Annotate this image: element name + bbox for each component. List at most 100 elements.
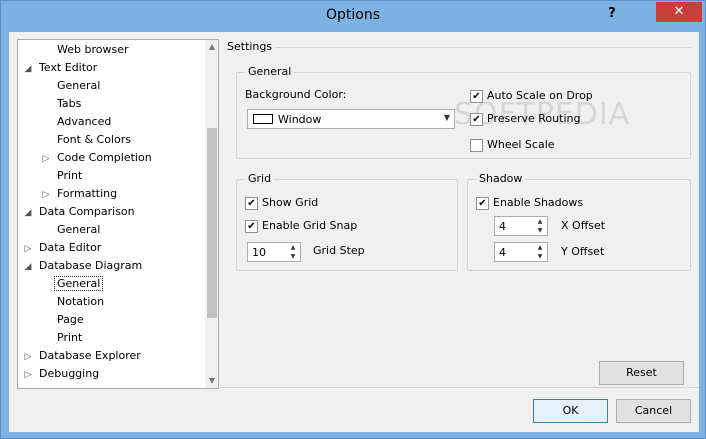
x-offset-stepper[interactable]: 4 ▲ ▼ — [494, 216, 548, 236]
tree-scrollbar[interactable]: ▲ ▼ — [205, 40, 218, 388]
collapsed-arrow-icon[interactable]: ▷ — [38, 186, 54, 204]
scroll-thumb[interactable] — [207, 128, 217, 318]
tree-item-label: Font & Colors — [57, 133, 131, 146]
tree-item[interactable]: Page — [38, 311, 87, 329]
tree-item-label: Data Comparison — [39, 205, 135, 218]
collapsed-arrow-icon[interactable]: ▷ — [20, 240, 36, 258]
tree-item-label: Print — [57, 169, 83, 182]
bg-color-value: Window — [278, 113, 322, 126]
tree-item-label: Web browser — [57, 43, 129, 56]
tree-item-label: Database Diagram — [39, 259, 143, 272]
spin-down-icon[interactable]: ▼ — [535, 226, 545, 235]
shadow-group: Shadow ✔ Enable Shadows 4 ▲ ▼ X Offset 4 … — [467, 172, 691, 271]
tree-item-label: General — [54, 276, 104, 291]
grid-group-title: Grid — [245, 172, 275, 185]
tree-item[interactable]: Font & Colors — [38, 131, 134, 149]
tree-item-label: General — [57, 223, 101, 236]
bg-color-dropdown[interactable]: Window ▼ — [247, 109, 455, 129]
collapsed-arrow-icon[interactable]: ▷ — [20, 366, 36, 384]
tree-item[interactable]: ◢ Database Diagram — [20, 257, 145, 275]
spin-up-icon[interactable]: ▲ — [535, 243, 545, 252]
grid-step-value: 10 — [252, 246, 266, 259]
spin-down-icon[interactable]: ▼ — [535, 252, 545, 261]
cancel-button[interactable]: Cancel — [616, 399, 691, 423]
close-button[interactable]: ✕ — [656, 2, 702, 22]
tree-item[interactable]: Notation — [38, 293, 107, 311]
tree-item[interactable]: General — [38, 77, 103, 95]
check-icon: ✔ — [245, 196, 258, 210]
shadow-group-title: Shadow — [476, 172, 526, 185]
reset-button[interactable]: Reset — [599, 361, 684, 385]
preserve-routing-checkbox[interactable]: ✔ Preserve Routing — [470, 112, 580, 128]
tree-item-label: Formatting — [57, 187, 118, 200]
grid-step-stepper[interactable]: 10 ▲ ▼ — [247, 242, 301, 262]
tree-item-label: Code Completion — [57, 151, 152, 164]
settings-divider — [275, 47, 691, 48]
tree-item[interactable]: ▷ Database Explorer — [20, 347, 144, 365]
expanded-arrow-icon[interactable]: ◢ — [20, 258, 36, 276]
collapsed-arrow-icon[interactable]: ▷ — [20, 348, 36, 366]
tree-item[interactable]: ▷ Debugging — [20, 365, 102, 383]
show-grid-checkbox[interactable]: ✔ Show Grid — [245, 196, 318, 212]
general-group-title: General — [245, 65, 295, 78]
y-offset-label: Y Offset — [561, 245, 605, 258]
expanded-arrow-icon[interactable]: ◢ — [20, 60, 36, 78]
tree-item[interactable]: Advanced — [38, 113, 114, 131]
dialog-body: Web browser ◢ Text Editor General Tabs Advanc… — [9, 32, 699, 432]
tree-item-label: Text Editor — [39, 61, 98, 74]
footer-divider — [219, 387, 699, 388]
scroll-down-icon[interactable]: ▼ — [205, 374, 218, 388]
x-offset-value: 4 — [499, 220, 506, 233]
check-icon: ✔ — [470, 112, 483, 126]
tree-item-label: Notation — [57, 295, 105, 308]
grid-group: Grid ✔ Show Grid ✔ Enable Grid Snap 10 ▲ ▼… — [236, 172, 458, 271]
y-offset-value: 4 — [499, 246, 506, 259]
spin-up-icon[interactable]: ▲ — [535, 217, 545, 226]
spin-down-icon[interactable]: ▼ — [288, 252, 298, 261]
expanded-arrow-icon[interactable]: ◢ — [20, 204, 36, 222]
tree-item-label: Database Explorer — [39, 349, 141, 362]
tree-item[interactable]: ▷ Data Editor — [20, 239, 104, 257]
tree-item-label: General — [57, 79, 101, 92]
x-offset-label: X Offset — [561, 219, 606, 232]
tree-item-label: Advanced — [57, 115, 112, 128]
tree-item-label: Page — [57, 313, 84, 326]
window-title: Options — [325, 7, 381, 23]
spin-up-icon[interactable]: ▲ — [288, 243, 298, 252]
tree-item[interactable]: General — [38, 275, 104, 293]
tree-item[interactable]: ▷ Code Completion — [38, 149, 155, 167]
tree-item[interactable]: ◢ Text Editor — [20, 59, 100, 77]
grid-step-label: Grid Step — [313, 244, 365, 257]
bg-color-label: Background Color: — [245, 88, 347, 101]
tree-item-label: Tabs — [57, 97, 82, 110]
title-bar: Options ? ✕ — [1, 1, 705, 32]
ok-button[interactable]: OK — [533, 399, 608, 423]
auto-scale-checkbox[interactable]: ✔ Auto Scale on Drop — [470, 89, 593, 105]
tree-item[interactable]: General — [38, 221, 103, 239]
wheel-scale-checkbox[interactable]: Wheel Scale — [470, 138, 555, 154]
tree-item-label: Print — [57, 331, 83, 344]
options-tree[interactable]: Web browser ◢ Text Editor General Tabs Advanc… — [17, 39, 219, 389]
color-swatch — [253, 114, 273, 124]
check-icon: ✔ — [245, 219, 258, 233]
help-button[interactable]: ? — [601, 3, 623, 25]
tree-item[interactable]: Print — [38, 167, 85, 185]
tree-item[interactable]: Web browser — [38, 41, 132, 59]
scroll-up-icon[interactable]: ▲ — [205, 40, 218, 54]
tree-item[interactable]: Print — [38, 329, 85, 347]
check-icon: ✔ — [470, 89, 483, 103]
grid-snap-checkbox[interactable]: ✔ Enable Grid Snap — [245, 219, 357, 235]
general-group: General Background Color: Window ▼ ✔ Auto… — [236, 65, 691, 159]
settings-heading: Settings — [227, 40, 273, 53]
y-offset-stepper[interactable]: 4 ▲ ▼ — [494, 242, 548, 262]
tree-item[interactable]: ◢ Data Comparison — [20, 203, 138, 221]
tree-item[interactable]: ▷ Formatting — [38, 185, 120, 203]
options-window: Options ? ✕ Web browser ◢ Text Editor Gener… — [0, 0, 706, 439]
tree-item-label: Debugging — [39, 367, 100, 380]
tree-item[interactable]: Tabs — [38, 95, 84, 113]
collapsed-arrow-icon[interactable]: ▷ — [38, 150, 54, 168]
enable-shadows-checkbox[interactable]: ✔ Enable Shadows — [476, 196, 583, 212]
tree-item-label: Data Editor — [39, 241, 102, 254]
chevron-down-icon: ▼ — [443, 113, 450, 122]
check-icon — [470, 138, 483, 152]
